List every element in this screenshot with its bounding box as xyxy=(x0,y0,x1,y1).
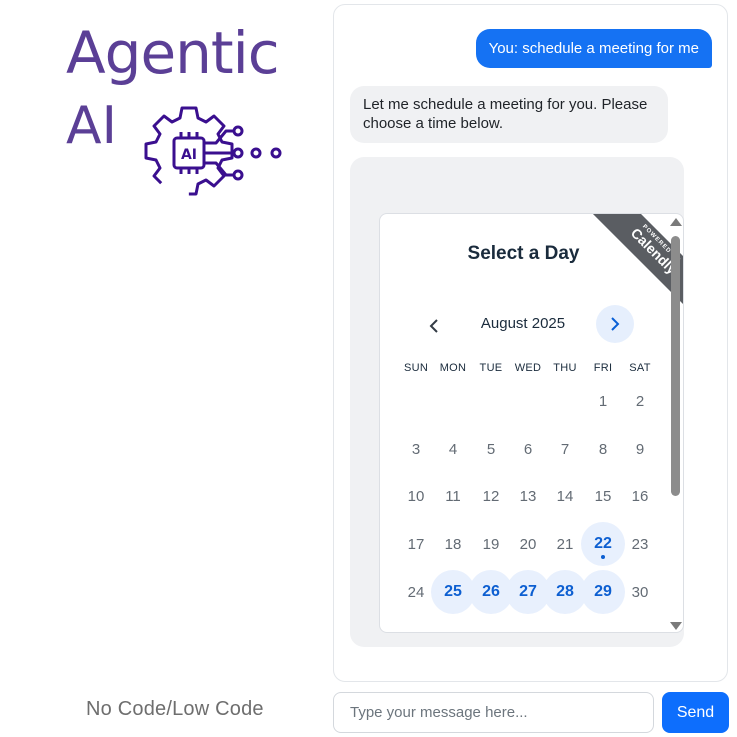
message-input[interactable] xyxy=(333,692,654,733)
weekday-label: FRI xyxy=(593,362,613,374)
chevron-left-icon xyxy=(429,319,438,333)
scroll-up-arrow-icon[interactable] xyxy=(670,218,682,226)
day-cell: 30 xyxy=(631,583,649,601)
day-cell: 9 xyxy=(635,440,645,458)
weekday-label: WED xyxy=(514,362,542,374)
chat-window[interactable]: You: schedule a meeting for me Let me sc… xyxy=(333,4,728,682)
ai-gear-circuit-icon: AI xyxy=(144,106,282,196)
logo-chip-text: AI xyxy=(181,147,197,163)
day-cell: 2 xyxy=(635,392,645,410)
calendly-embed-bubble: Select a Day POWERED BY Calendly August … xyxy=(350,157,684,647)
weekday-label: SUN xyxy=(403,362,429,374)
calendar-scrollbar[interactable] xyxy=(669,218,682,630)
day-cell: 23 xyxy=(631,535,649,553)
next-month-button[interactable] xyxy=(596,305,634,343)
day-cell: 16 xyxy=(631,487,649,505)
brand-panel: Agentic AI AI No Code/Low Code xyxy=(0,0,325,737)
weekday-label: THU xyxy=(553,362,577,374)
calendly-widget[interactable]: Select a Day POWERED BY Calendly August … xyxy=(379,213,684,633)
scroll-down-arrow-icon[interactable] xyxy=(670,622,682,630)
send-button[interactable]: Send xyxy=(662,692,729,733)
weekday-label: SAT xyxy=(629,362,651,374)
brand-title-line1: Agentic xyxy=(66,19,280,87)
bot-message: Let me schedule a meeting for you. Pleas… xyxy=(350,86,668,143)
tagline: No Code/Low Code xyxy=(86,698,264,720)
user-message: You: schedule a meeting for me xyxy=(475,29,712,68)
previous-month-button[interactable] xyxy=(418,310,450,342)
chevron-right-icon xyxy=(611,317,620,331)
brand-title-line2: AI xyxy=(66,96,117,156)
month-label: August 2025 xyxy=(480,315,566,332)
weekday-label: MON xyxy=(439,362,467,374)
weekday-label: TUE xyxy=(479,362,503,374)
scrollbar-thumb[interactable] xyxy=(671,236,680,496)
